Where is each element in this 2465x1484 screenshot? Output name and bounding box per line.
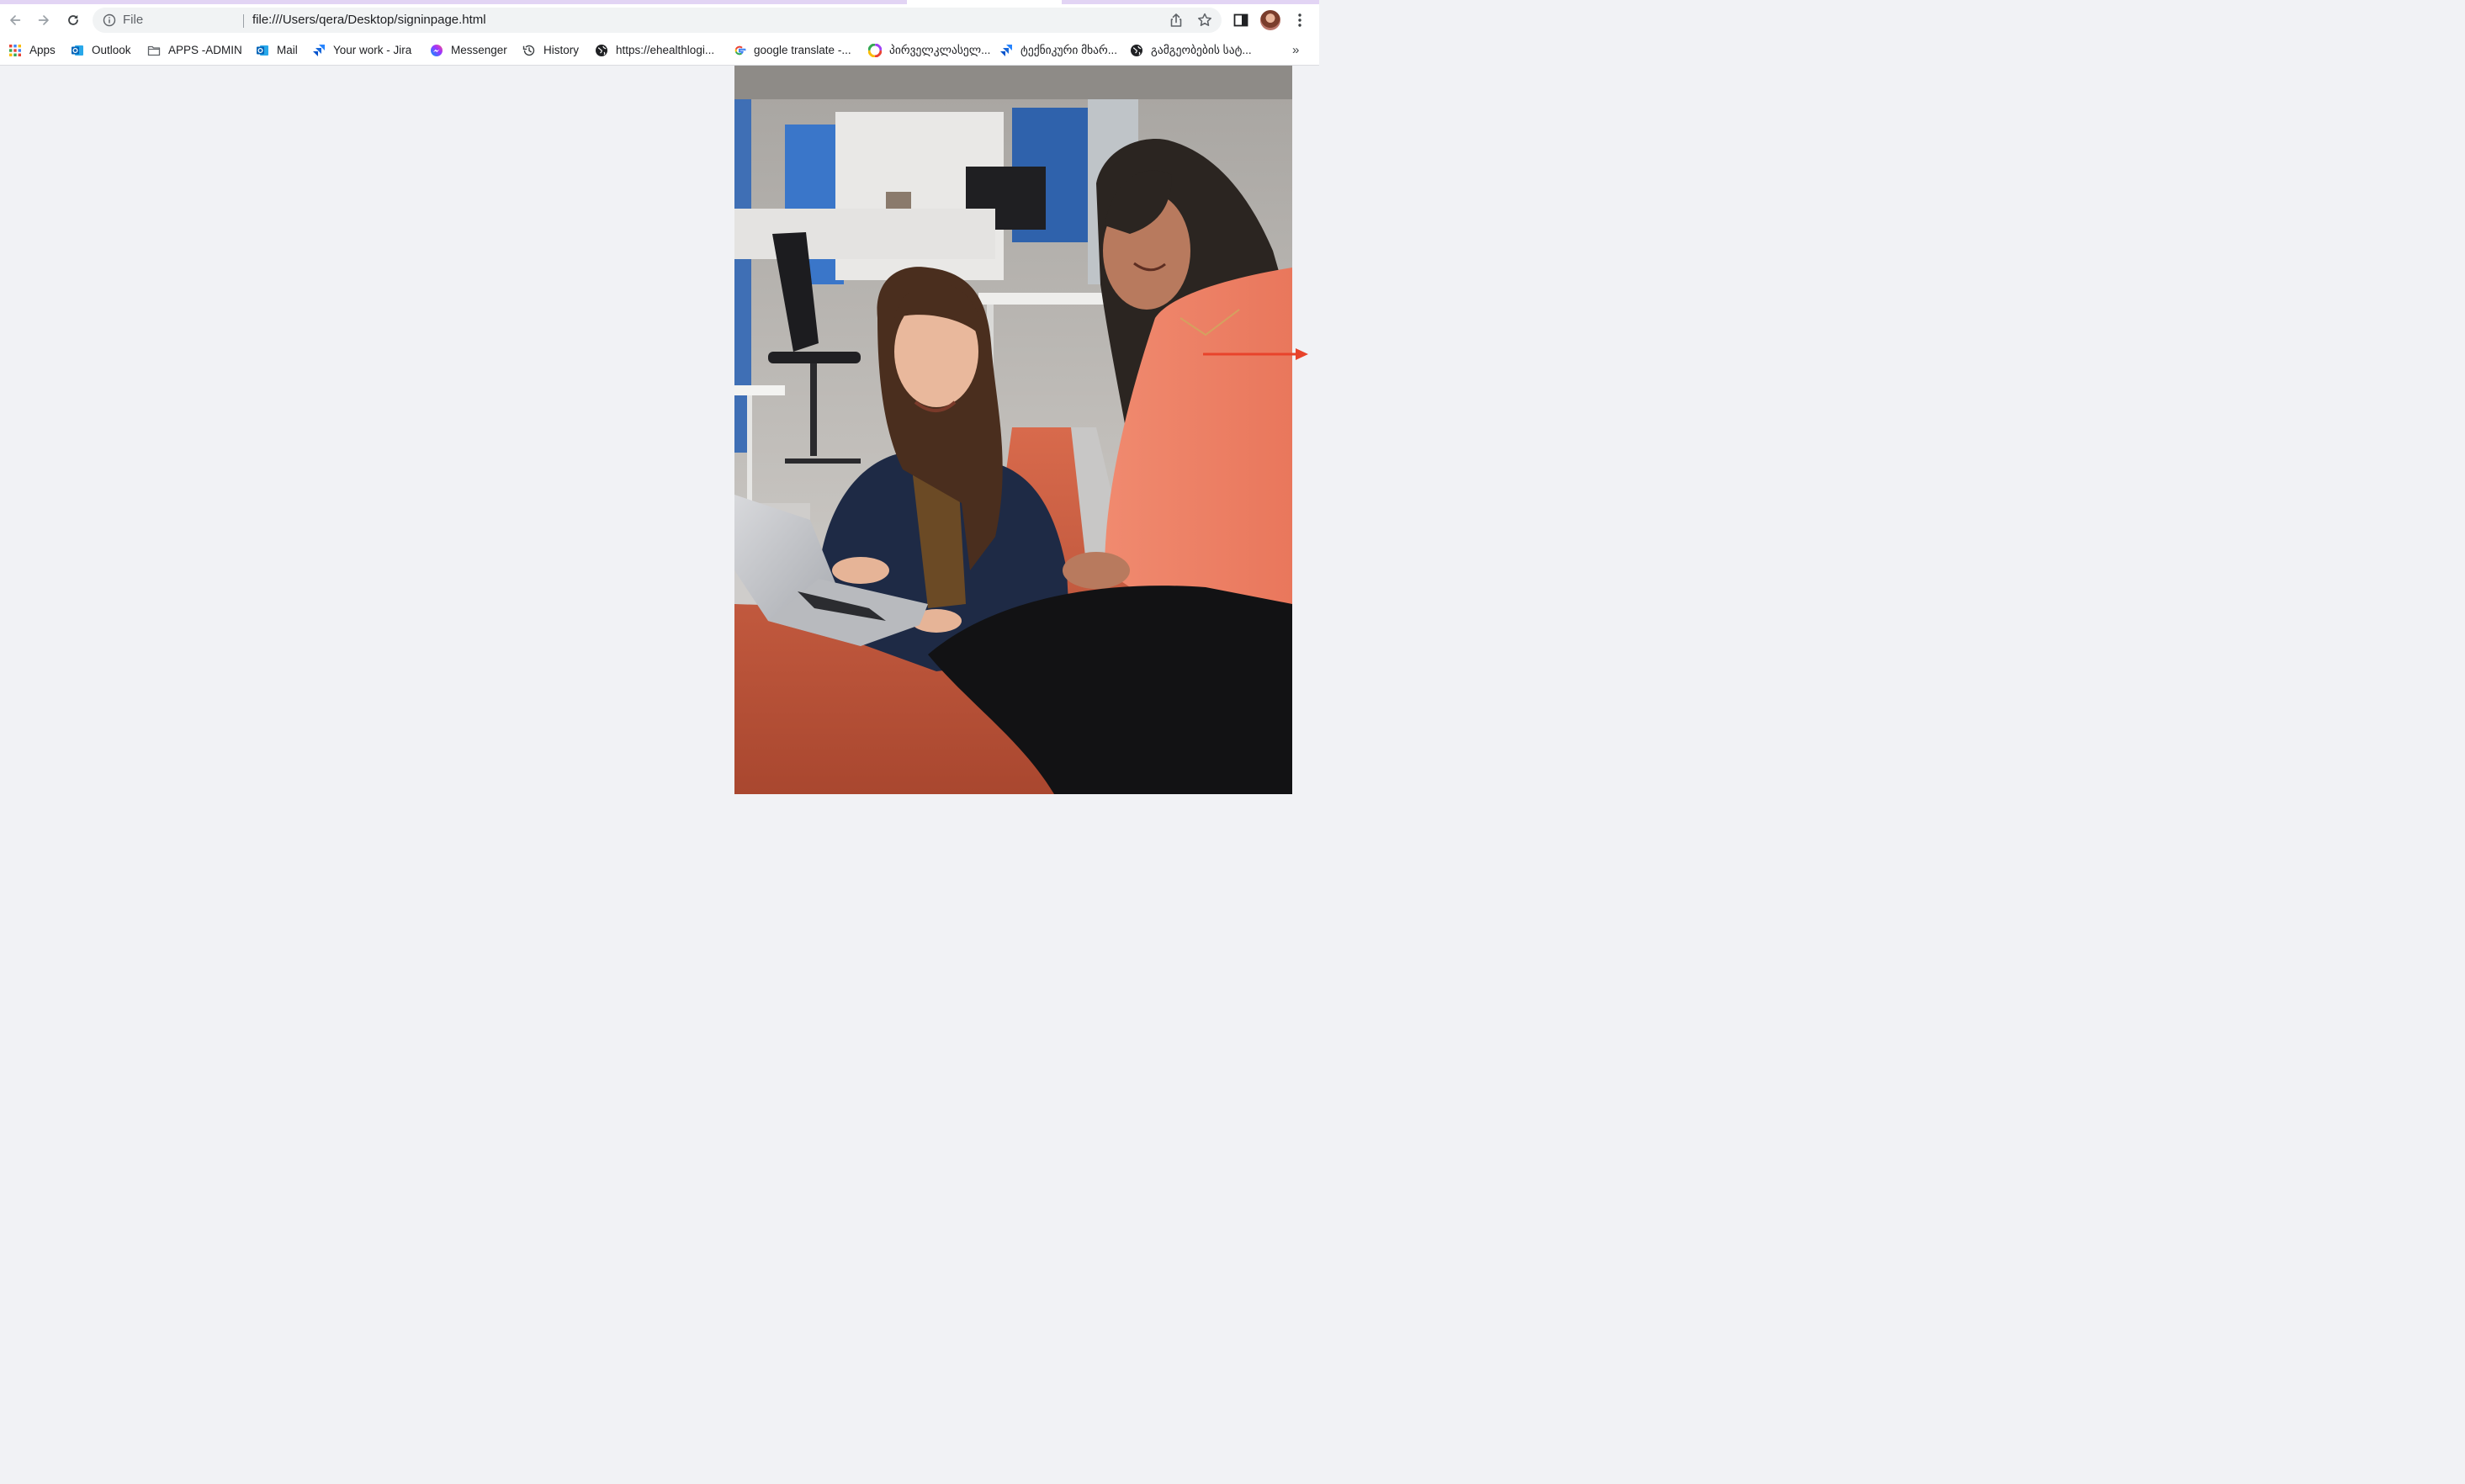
bookmark-label: Outlook	[92, 44, 131, 56]
tab-strip-accent	[1062, 0, 1319, 4]
bookmark-apps[interactable]: Apps	[8, 35, 56, 65]
page-content	[0, 66, 1319, 794]
profile-avatar[interactable]	[1260, 10, 1280, 30]
messenger-icon	[431, 44, 443, 56]
colorful-circle-icon	[868, 43, 882, 57]
url-text[interactable]: file:///Users/qera/Desktop/signinpage.ht…	[252, 8, 486, 33]
outlook-icon	[72, 45, 83, 56]
address-bar[interactable]: File file:///Users/qera/Desktop/signinpa…	[93, 8, 1222, 33]
globe-icon	[1131, 44, 1142, 56]
hero-image	[734, 66, 1292, 794]
bookmark-google-translate[interactable]: google translate -...	[733, 35, 851, 65]
bookmark-georgian-2[interactable]: ტექნიკური მხარ...	[999, 35, 1117, 65]
kebab-menu-icon[interactable]	[1291, 12, 1308, 29]
reload-icon	[68, 14, 78, 25]
browser-toolbar: File file:///Users/qera/Desktop/signinpa…	[0, 5, 1319, 35]
site-scheme-label[interactable]: File	[123, 8, 143, 33]
bookmark-label: Apps	[29, 44, 56, 56]
bookmark-jira[interactable]: Your work - Jira	[312, 35, 411, 65]
bookmark-label: History	[543, 44, 580, 56]
jira-icon	[1000, 44, 1012, 56]
forward-button[interactable]	[31, 8, 56, 33]
arrow-right-icon	[38, 15, 49, 25]
folder-icon	[147, 45, 161, 56]
bookmark-label: გამგეობების სატ...	[1151, 43, 1252, 56]
bookmark-mail[interactable]: Mail	[256, 35, 298, 65]
bookmark-messenger[interactable]: Messenger	[430, 35, 507, 65]
bookmark-label: google translate -...	[754, 44, 851, 56]
browser-window: File file:///Users/qera/Desktop/signinpa…	[0, 0, 1319, 794]
bookmark-label: ტექნიკური მხარ...	[1020, 43, 1118, 56]
tab-strip-accent	[0, 0, 907, 4]
office-photo	[734, 66, 1292, 794]
bookmark-georgian-1[interactable]: პირველკლასელ...	[868, 35, 990, 65]
star-icon[interactable]	[1196, 12, 1213, 29]
bookmark-apps-admin[interactable]: APPS -ADMIN	[147, 35, 242, 65]
bookmark-label: https://ehealthlogi...	[616, 44, 715, 56]
bookmark-label: Messenger	[451, 44, 507, 56]
bookmark-label: Your work - Jira	[333, 44, 412, 56]
share-icon[interactable]	[1168, 12, 1185, 29]
address-divider	[243, 14, 244, 28]
bookmarks-bar: Apps Outlook APPS -ADMIN Mail Your work …	[0, 35, 1319, 66]
bookmark-label: APPS -ADMIN	[168, 44, 242, 56]
bookmark-label: პირველკლასელ...	[889, 43, 991, 56]
bookmark-ehealthlogi[interactable]: https://ehealthlogi...	[595, 35, 714, 65]
info-icon[interactable]	[103, 13, 116, 27]
globe-icon	[596, 44, 607, 56]
bookmarks-overflow-button[interactable]: »	[1292, 35, 1299, 65]
back-button[interactable]	[3, 8, 28, 33]
side-panel-icon[interactable]	[1232, 12, 1249, 29]
outlook-icon	[257, 45, 268, 56]
history-icon	[522, 45, 535, 56]
google-icon	[734, 45, 746, 55]
apps-grid-icon	[9, 44, 21, 56]
reload-button[interactable]	[61, 8, 86, 33]
arrow-left-icon	[10, 15, 21, 25]
annotation-arrow-icon	[1203, 348, 1308, 360]
bookmark-label: Mail	[277, 44, 298, 56]
bookmark-history[interactable]: History	[522, 35, 579, 65]
bookmark-georgian-3[interactable]: გამგეობების სატ...	[1130, 35, 1252, 65]
bookmark-outlook[interactable]: Outlook	[71, 35, 131, 65]
jira-icon	[313, 44, 325, 56]
